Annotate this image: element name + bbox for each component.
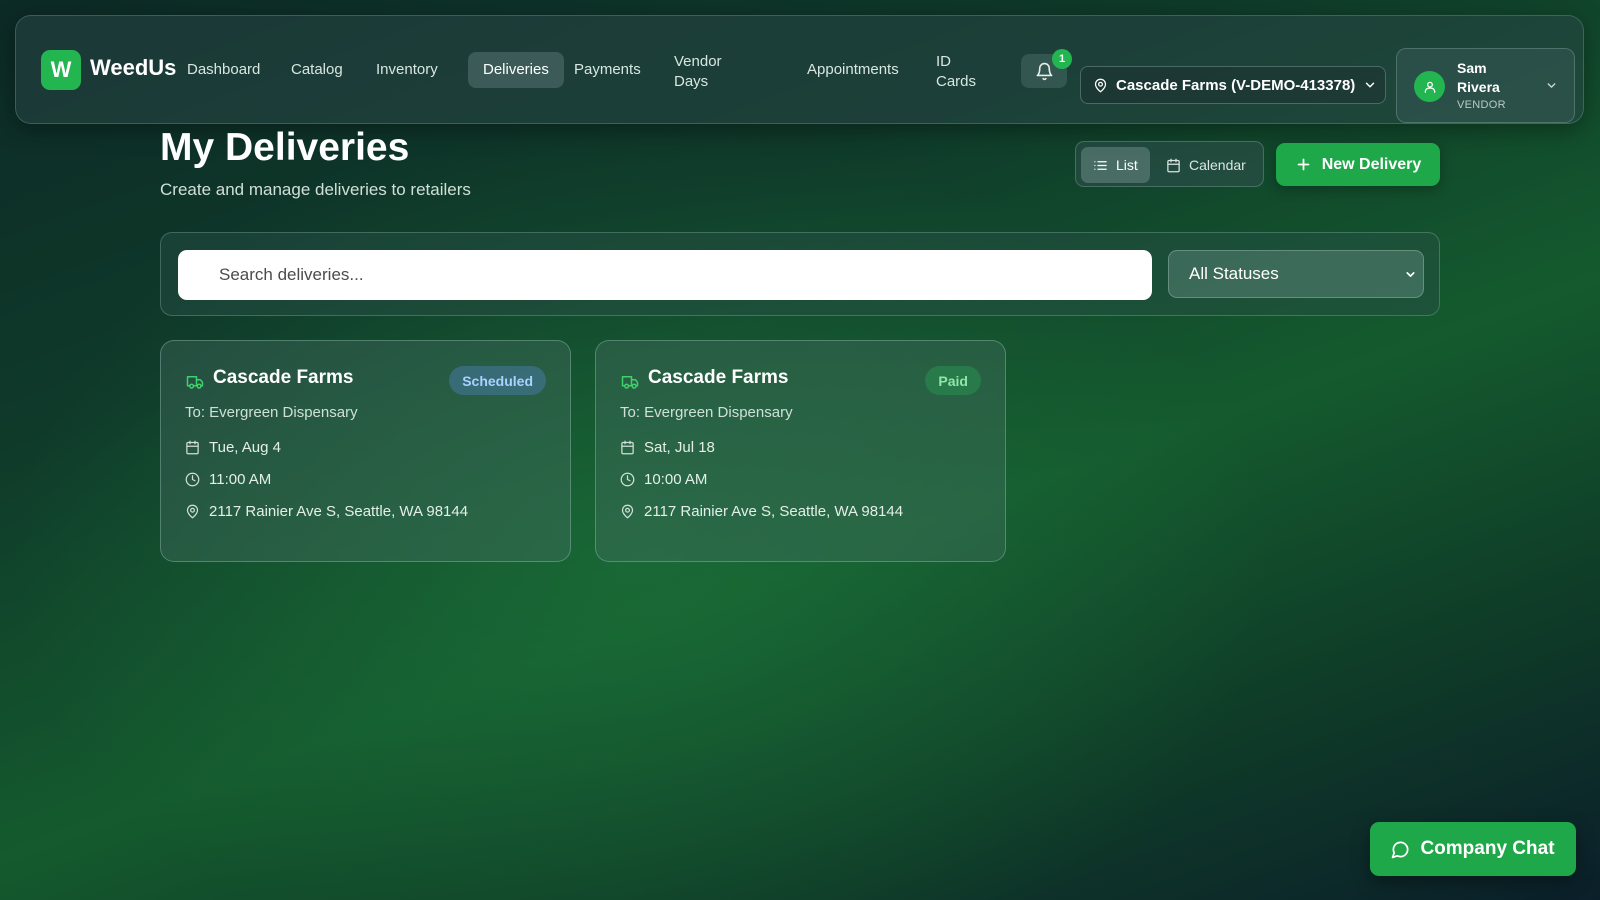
nav-vendor-days[interactable]: Vendor Days xyxy=(659,51,755,93)
delivery-vendor: Cascade Farms xyxy=(213,367,354,388)
nav-payments[interactable]: Payments xyxy=(559,52,656,88)
clock-icon xyxy=(185,472,200,487)
delivery-time: 11:00 AM xyxy=(209,471,272,488)
company-chat-label: Company Chat xyxy=(1420,838,1555,859)
delivery-vendor: Cascade Farms xyxy=(648,367,789,388)
store-selector-label: Cascade Farms (V-DEMO-413378) xyxy=(1116,76,1356,94)
logo-mark[interactable]: W xyxy=(41,50,81,90)
filter-bar: All Statuses xyxy=(160,232,1440,316)
status-filter-value: All Statuses xyxy=(1189,264,1279,283)
chevron-down-icon xyxy=(1363,78,1377,92)
nav-dashboard[interactable]: Dashboard xyxy=(172,52,275,88)
delivery-date-row: Tue, Aug 4 xyxy=(185,439,281,456)
nav-id-cards[interactable]: ID Cards xyxy=(921,51,985,93)
delivery-date: Tue, Aug 4 xyxy=(209,439,281,456)
user-icon xyxy=(1423,80,1437,94)
delivery-date-row: Sat, Jul 18 xyxy=(620,439,715,456)
calendar-view-button[interactable]: Calendar xyxy=(1154,147,1258,183)
list-icon xyxy=(1093,158,1108,173)
page-title: My Deliveries xyxy=(160,126,410,169)
search-input[interactable] xyxy=(178,250,1152,300)
company-chat-button[interactable]: Company Chat xyxy=(1370,822,1576,876)
store-selector[interactable]: Cascade Farms (V-DEMO-413378) xyxy=(1080,66,1386,104)
delivery-time: 10:00 AM xyxy=(644,471,708,488)
view-toggle: List Calendar xyxy=(1075,141,1264,187)
notification-count-badge: 1 xyxy=(1052,49,1072,69)
clock-icon xyxy=(620,472,635,487)
page-subtitle: Create and manage deliveries to retailer… xyxy=(160,180,471,199)
status-badge: Scheduled xyxy=(449,366,546,395)
map-pin-icon xyxy=(620,504,635,519)
list-view-label: List xyxy=(1116,157,1138,173)
map-pin-icon xyxy=(1093,78,1108,93)
user-menu[interactable]: Sam Rivera VENDOR xyxy=(1396,48,1575,123)
delivery-card[interactable]: Cascade Farms Paid To: Evergreen Dispens… xyxy=(595,340,1006,562)
delivery-date: Sat, Jul 18 xyxy=(644,439,715,456)
truck-icon xyxy=(185,373,205,391)
new-delivery-label: New Delivery xyxy=(1321,155,1422,173)
calendar-icon xyxy=(185,440,200,455)
truck-icon xyxy=(620,373,640,391)
chat-icon xyxy=(1391,840,1410,859)
delivery-address-row: 2117 Rainier Ave S, Seattle, WA 98144 xyxy=(185,503,468,520)
plus-icon xyxy=(1295,156,1312,173)
chevron-down-icon xyxy=(1404,268,1417,281)
bell-icon xyxy=(1035,62,1054,81)
user-name: Sam Rivera xyxy=(1457,60,1500,95)
user-role: VENDOR xyxy=(1457,99,1506,111)
delivery-card[interactable]: Cascade Farms Scheduled To: Evergreen Di… xyxy=(160,340,571,562)
delivery-address: 2117 Rainier Ave S, Seattle, WA 98144 xyxy=(209,503,469,520)
status-badge: Paid xyxy=(925,366,981,395)
calendar-icon xyxy=(620,440,635,455)
nav-deliveries[interactable]: Deliveries xyxy=(468,52,564,88)
calendar-view-label: Calendar xyxy=(1189,157,1246,173)
delivery-address: 2117 Rainier Ave S, Seattle, WA 98144 xyxy=(644,503,904,520)
avatar xyxy=(1414,71,1445,102)
status-filter-select[interactable]: All Statuses xyxy=(1168,250,1424,298)
nav-catalog[interactable]: Catalog xyxy=(276,52,358,88)
delivery-recipient: To: Evergreen Dispensary xyxy=(185,404,358,421)
top-navigation-bar: W WeedUs Dashboard Catalog Inventory Del… xyxy=(15,15,1584,124)
calendar-icon xyxy=(1166,158,1181,173)
brand-name[interactable]: WeedUs xyxy=(90,55,176,81)
delivery-time-row: 11:00 AM xyxy=(185,471,271,488)
delivery-time-row: 10:00 AM xyxy=(620,471,707,488)
chevron-down-icon xyxy=(1545,79,1558,92)
new-delivery-button[interactable]: New Delivery xyxy=(1276,143,1440,186)
delivery-recipient: To: Evergreen Dispensary xyxy=(620,404,793,421)
list-view-button[interactable]: List xyxy=(1081,147,1150,183)
nav-inventory[interactable]: Inventory xyxy=(361,52,453,88)
delivery-address-row: 2117 Rainier Ave S, Seattle, WA 98144 xyxy=(620,503,903,520)
nav-appointments[interactable]: Appointments xyxy=(792,52,914,88)
map-pin-icon xyxy=(185,504,200,519)
